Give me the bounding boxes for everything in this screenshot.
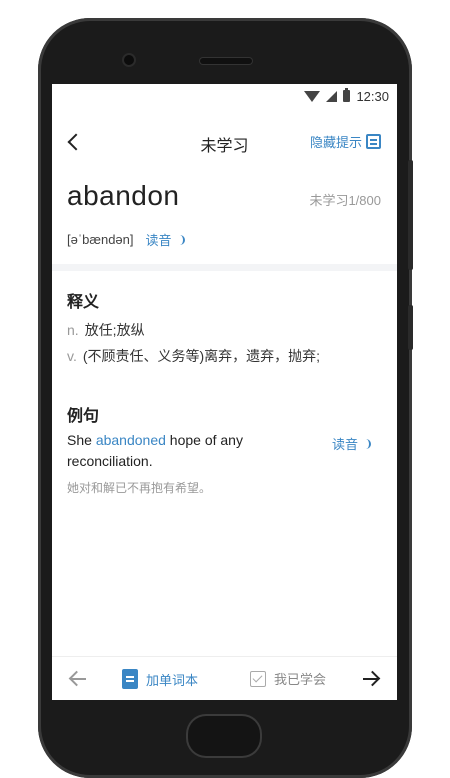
document-icon (122, 669, 138, 689)
volume-button (408, 160, 413, 270)
phonetic-text: [əˈbændən] (67, 232, 134, 247)
example-sentence: She abandoned hope of any reconciliation… (67, 430, 307, 472)
definition-meaning: (不顾责任、义务等)离弃，遗弃，抛弃; (82, 348, 321, 364)
definition-item: n. 放任;放纵 (67, 320, 145, 340)
home-button[interactable] (188, 716, 260, 756)
battery-icon (343, 88, 351, 102)
example-title: 例句 (67, 408, 100, 425)
status-bar: 12:30 (304, 86, 389, 106)
example-text: She (67, 432, 96, 448)
earpiece-speaker (200, 58, 252, 64)
arrow-right-head (364, 670, 381, 687)
hide-hint-button[interactable]: 隐藏提示 (310, 132, 381, 151)
part-of-speech: v. (67, 348, 77, 364)
hide-hint-label: 隐藏提示 (309, 135, 362, 150)
example-pronounce-label: 读音 (331, 437, 358, 452)
sound-icon (177, 234, 185, 245)
definition-item: v. (不顾责任、义务等)离弃，遗弃，抛弃; (67, 346, 320, 366)
checkbox-icon (250, 670, 266, 687)
signal-icon (326, 90, 338, 102)
add-to-wordbook-button[interactable]: 加单词本 (122, 669, 198, 689)
next-word-button[interactable] (361, 669, 381, 689)
wifi-icon (304, 90, 321, 102)
sound-icon (363, 438, 371, 449)
add-to-wordbook-label: 加单词本 (146, 672, 199, 688)
learning-progress: 未学习1/800 (309, 193, 381, 208)
status-time: 12:30 (356, 88, 389, 104)
mark-learned-button[interactable]: 我已学会 (250, 669, 326, 688)
phonetic-row: [əˈbændən] 读音 (67, 230, 185, 249)
mark-learned-label: 我已学会 (274, 672, 327, 687)
definition-title: 释义 (67, 294, 100, 311)
example-highlight-word: abandoned (95, 432, 166, 448)
word-pronounce-label: 读音 (145, 233, 172, 248)
section-divider (52, 264, 397, 271)
part-of-speech: n. (67, 322, 79, 338)
power-button (408, 305, 413, 350)
previous-word-button[interactable] (68, 669, 88, 689)
example-translation: 她对和解已不再抱有希望。 (67, 481, 212, 495)
front-camera (124, 55, 134, 65)
word-headword: abandon (67, 180, 180, 211)
example-pronounce-button[interactable]: 读音 (332, 434, 371, 453)
arrow-left-head (68, 670, 85, 687)
bottom-toolbar: 加单词本 我已学会 (52, 656, 397, 700)
definition-meaning: 放任;放纵 (84, 322, 145, 338)
word-pronounce-button[interactable]: 读音 (146, 230, 185, 249)
swap-icon (366, 134, 381, 149)
app-screen: 12:30 未学习 隐藏提示 abandon 未学习1/800 [əˈbændə… (52, 84, 397, 700)
nav-bar: 未学习 隐藏提示 (52, 122, 397, 162)
